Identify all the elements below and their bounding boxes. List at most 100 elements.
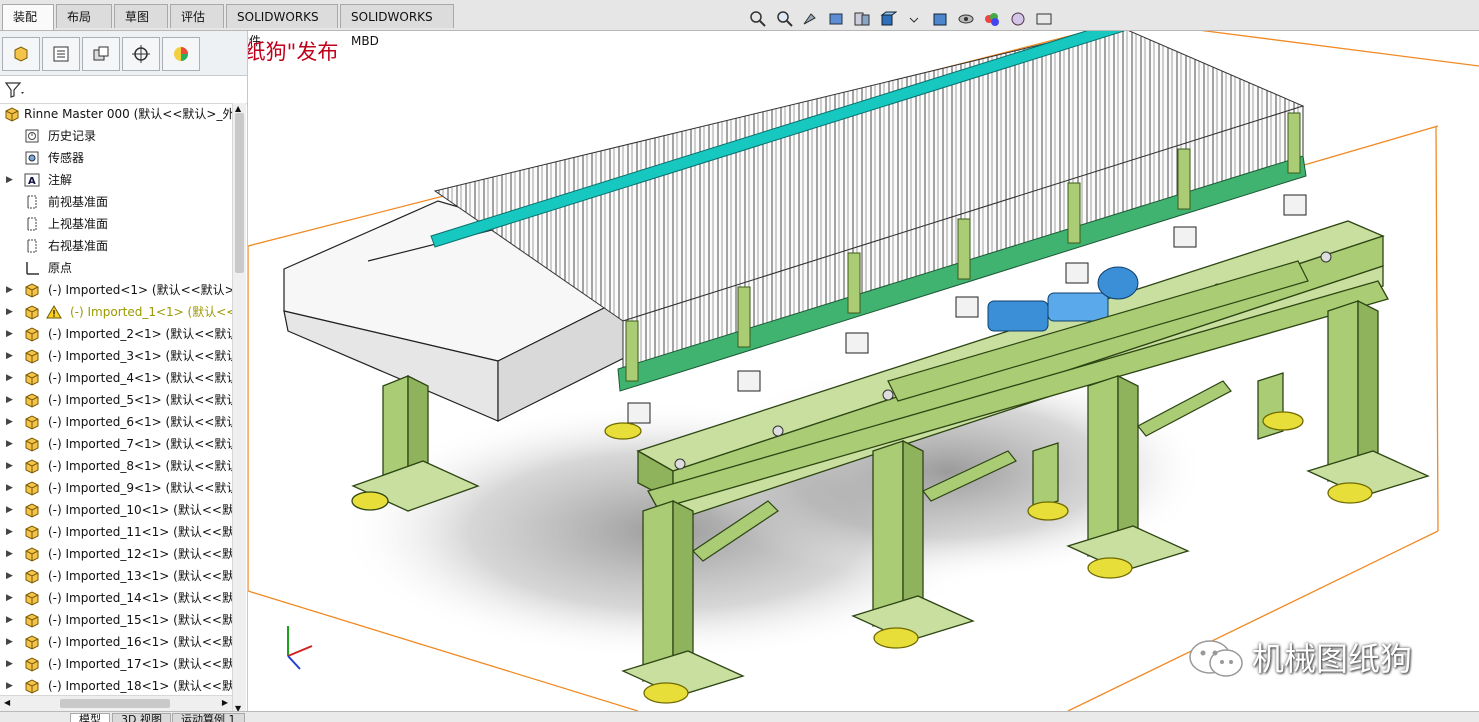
tree-item-label: (-) Imported_14<1> (默认<<默认 [48, 591, 232, 605]
tree-item[interactable]: ▶ (-) Imported_18<1> (默认<<默认 [0, 675, 232, 697]
tree-item[interactable]: ▶ (-) Imported_11<1> (默认<<默认 [0, 521, 232, 543]
expand-arrow-icon[interactable]: ▶ [6, 477, 13, 499]
crosshair-icon [132, 45, 150, 63]
tree-horizontal-scrollbar[interactable]: ◀ ▶ [0, 695, 232, 712]
scroll-left-icon[interactable]: ◀ [4, 698, 10, 707]
property-manager-tab[interactable] [42, 37, 80, 71]
coordinate-triad [287, 626, 313, 670]
expand-arrow-icon[interactable]: ▶ [6, 345, 13, 367]
expand-arrow-icon[interactable]: ▶ [6, 543, 13, 565]
chevron-down-icon[interactable] [904, 9, 924, 29]
section-view-icon[interactable] [826, 9, 846, 29]
tree-vertical-scrollbar[interactable]: ▲ ▼ [232, 103, 246, 715]
view-toolbar [748, 6, 1054, 32]
expand-arrow-icon[interactable]: ▶ [6, 499, 13, 521]
tree-item-label: (-) Imported_12<1> (默认<<默认 [48, 547, 232, 561]
feature-manager-panel: Rinne Master 000 (默认<<默认>_外 历史记录 传感器 ▶ A 注解前… [0, 31, 248, 721]
appearance-icon[interactable] [982, 9, 1002, 29]
hide-show-icon[interactable] [956, 9, 976, 29]
wechat-badge: 机械图纸狗 [1186, 634, 1412, 680]
zoom-area-icon[interactable] [774, 9, 794, 29]
tab-solidworks-mbd[interactable]: SOLIDWORKS MBD [340, 4, 454, 48]
tree-item[interactable]: ▶ (-) Imported_9<1> (默认<<默认 [0, 477, 232, 499]
tab-evaluate[interactable]: 评估 [170, 4, 224, 28]
tree-item[interactable]: ▶ (-) Imported_12<1> (默认<<默认 [0, 543, 232, 565]
tree-item[interactable]: ▶ (-) Imported_1<1> (默认<< [0, 301, 232, 323]
expand-arrow-icon[interactable]: ▶ [6, 587, 13, 609]
tree-item[interactable]: ▶ (-) Imported_8<1> (默认<<默认 [0, 455, 232, 477]
tree-item[interactable]: ▶ (-) Imported_14<1> (默认<<默认 [0, 587, 232, 609]
feature-manager-tab[interactable] [2, 37, 40, 71]
filter-icon[interactable] [4, 80, 26, 103]
scene-icon[interactable] [1008, 9, 1028, 29]
tree-item[interactable]: ▶ (-) Imported_16<1> (默认<<默认 [0, 631, 232, 653]
expand-arrow-icon[interactable]: ▶ [6, 323, 13, 345]
tree-item[interactable]: ▶ (-) Imported_4<1> (默认<<默认 [0, 367, 232, 389]
scroll-thumb[interactable] [235, 113, 244, 273]
tree-root-label: Rinne Master 000 (默认<<默认>_外 [24, 107, 232, 121]
display-style-icon[interactable] [930, 9, 950, 29]
expand-arrow-icon[interactable]: ▶ [6, 433, 13, 455]
tree-item-label: (-) Imported_9<1> (默认<<默认 [48, 481, 232, 495]
dimxpert-manager-tab[interactable] [122, 37, 160, 71]
tab-sketch[interactable]: 草图 [114, 4, 168, 28]
part-icon [24, 568, 40, 584]
part-icon [24, 414, 40, 430]
dynamic-annotation-icon[interactable] [852, 9, 872, 29]
hscroll-thumb[interactable] [60, 699, 170, 708]
expand-arrow-icon[interactable]: ▶ [6, 301, 13, 323]
tree-item[interactable]: ▶ (-) Imported_6<1> (默认<<默认 [0, 411, 232, 433]
tree-item[interactable]: ▶ (-) Imported_15<1> (默认<<默认 [0, 609, 232, 631]
tree-item[interactable]: ▶ A 注解 [0, 169, 232, 191]
scroll-right-icon[interactable]: ▶ [222, 698, 228, 707]
expand-arrow-icon[interactable]: ▶ [6, 169, 13, 191]
tree-item[interactable]: ▶ (-) Imported_5<1> (默认<<默认 [0, 389, 232, 411]
previous-view-icon[interactable] [800, 9, 820, 29]
tree-item[interactable]: 历史记录 [0, 125, 232, 147]
tab-layout[interactable]: 布局 [56, 4, 112, 28]
plane-icon [24, 216, 40, 232]
part-icon [24, 480, 40, 496]
tree-item[interactable]: ▶ (-) Imported_7<1> (默认<<默认 [0, 433, 232, 455]
view-orientation-icon[interactable] [878, 9, 898, 29]
tree-item[interactable]: 原点 [0, 257, 232, 279]
part-icon [24, 590, 40, 606]
graphics-area[interactable] [248, 31, 1479, 711]
tree-item[interactable]: ▶ (-) Imported_3<1> (默认<<默认 [0, 345, 232, 367]
expand-arrow-icon[interactable]: ▶ [6, 521, 13, 543]
tab-assembly[interactable]: 装配体 [2, 4, 54, 48]
zoom-to-fit-icon[interactable] [748, 9, 768, 29]
expand-arrow-icon[interactable]: ▶ [6, 653, 13, 675]
expand-arrow-icon[interactable]: ▶ [6, 279, 13, 301]
configuration-manager-tab[interactable] [82, 37, 120, 71]
part-icon [24, 524, 40, 540]
expand-arrow-icon[interactable]: ▶ [6, 609, 13, 631]
tree-root-assembly[interactable]: Rinne Master 000 (默认<<默认>_外 [0, 103, 232, 125]
tree-item[interactable]: ▶ (-) Imported_10<1> (默认<<默认 [0, 499, 232, 521]
tree-filter-row [0, 77, 247, 104]
expand-arrow-icon[interactable]: ▶ [6, 389, 13, 411]
view-settings-icon[interactable] [1034, 9, 1054, 29]
tree-item[interactable]: 传感器 [0, 147, 232, 169]
tree-item[interactable]: 上视基准面 [0, 213, 232, 235]
expand-arrow-icon[interactable]: ▶ [6, 455, 13, 477]
tree-item[interactable]: 前视基准面 [0, 191, 232, 213]
tree-item[interactable]: ▶ (-) Imported_17<1> (默认<<默认 [0, 653, 232, 675]
command-manager-tabs: 装配体 布局 草图 评估 SOLIDWORKS 插件 SOLIDWORKS MB… [0, 0, 1479, 48]
tree-item[interactable]: 右视基准面 [0, 235, 232, 257]
expand-arrow-icon[interactable]: ▶ [6, 631, 13, 653]
expand-arrow-icon[interactable]: ▶ [6, 367, 13, 389]
tree-item-label: (-) Imported_18<1> (默认<<默认 [48, 679, 232, 693]
tree-item[interactable]: ▶ (-) Imported<1> (默认<<默认>_ [0, 279, 232, 301]
origin-icon [24, 260, 40, 276]
tree-item[interactable]: ▶ (-) Imported_2<1> (默认<<默认 [0, 323, 232, 345]
expand-arrow-icon[interactable]: ▶ [6, 411, 13, 433]
display-manager-tab[interactable] [162, 37, 200, 71]
part-icon [24, 304, 40, 320]
expand-arrow-icon[interactable]: ▶ [6, 565, 13, 587]
scroll-up-icon[interactable]: ▲ [235, 104, 241, 113]
tab-solidworks-addins[interactable]: SOLIDWORKS 插件 [226, 4, 338, 48]
tree-item[interactable]: ▶ (-) Imported_13<1> (默认<<默认 [0, 565, 232, 587]
part-icon [24, 370, 40, 386]
expand-arrow-icon[interactable]: ▶ [6, 675, 13, 697]
